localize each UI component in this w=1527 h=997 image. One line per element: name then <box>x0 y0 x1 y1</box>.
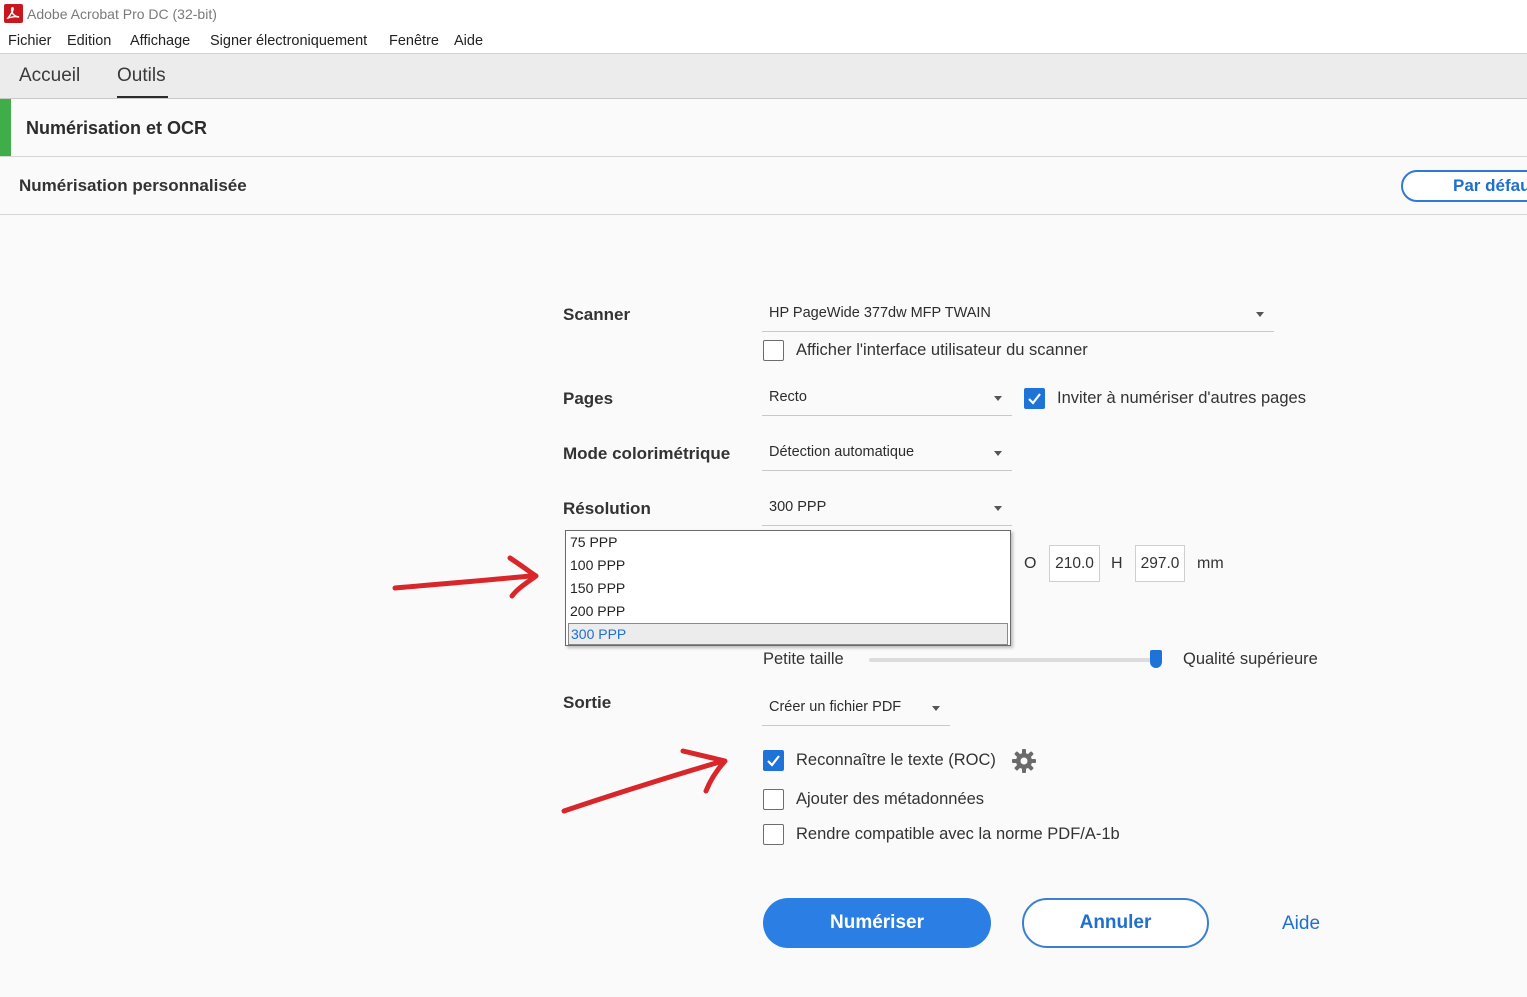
small-size-label: Petite taille <box>763 650 844 668</box>
tool-header: Numérisation et OCR <box>0 99 1527 157</box>
acrobat-logo-icon <box>4 4 23 23</box>
menu-signer[interactable]: Signer électroniquement <box>210 33 367 49</box>
scan-button[interactable]: Numériser <box>763 898 991 948</box>
size-prefix: O <box>1024 555 1037 572</box>
gear-icon[interactable] <box>1011 748 1037 774</box>
resolution-select[interactable]: 300 PPP <box>762 492 1012 526</box>
scanner-label: Scanner <box>563 305 631 324</box>
resolution-option[interactable]: 75 PPP <box>570 534 617 550</box>
show-ui-checkbox[interactable] <box>763 340 784 361</box>
chevron-down-icon <box>994 451 1002 456</box>
pdfa-checkbox[interactable] <box>763 824 784 845</box>
acrobat-window: Adobe Acrobat Pro DC (32-bit) Fichier Ed… <box>0 0 1527 997</box>
menu-edition[interactable]: Edition <box>67 33 111 49</box>
resolution-value: 300 PPP <box>769 499 827 515</box>
tab-bar: Accueil Outils <box>0 54 1527 99</box>
metadata-label: Ajouter des métadonnées <box>796 790 985 808</box>
high-quality-label: Qualité supérieure <box>1183 650 1318 668</box>
height-label: H <box>1111 555 1123 572</box>
resolution-dropdown-list: 75 PPP 100 PPP 150 PPP 200 PPP 300 PPP <box>565 530 1011 646</box>
resolution-option[interactable]: 150 PPP <box>570 580 625 596</box>
resolution-option[interactable]: 100 PPP <box>570 557 625 573</box>
ocr-label: Reconnaître le texte (ROC) <box>796 751 996 769</box>
color-mode-select[interactable]: Détection automatique <box>762 437 1012 471</box>
color-mode-label: Mode colorimétrique <box>563 444 731 463</box>
scan-title: Numérisation personnalisée <box>19 176 247 195</box>
chevron-down-icon <box>932 706 940 711</box>
quality-slider-thumb[interactable] <box>1150 650 1162 668</box>
chevron-down-icon <box>994 396 1002 401</box>
red-arrow-annotation-icon <box>561 748 728 814</box>
ocr-checkbox[interactable] <box>763 750 784 771</box>
tool-accent-bar <box>0 99 11 156</box>
metadata-checkbox[interactable] <box>763 789 784 810</box>
resolution-option-selected[interactable]: 300 PPP <box>568 623 1008 645</box>
checkmark-icon <box>1028 393 1041 405</box>
width-input[interactable]: 210.0 <box>1049 545 1100 582</box>
tool-title: Numérisation et OCR <box>26 118 208 138</box>
chevron-down-icon <box>994 506 1002 511</box>
output-select[interactable]: Créer un fichier PDF <box>762 692 950 726</box>
title-bar: Adobe Acrobat Pro DC (32-bit) <box>0 0 1527 29</box>
checkmark-icon <box>767 755 780 767</box>
menu-aide[interactable]: Aide <box>454 33 483 49</box>
red-arrow-annotation-icon <box>392 555 539 599</box>
prompt-more-checkbox[interactable] <box>1024 388 1045 409</box>
tab-accueil[interactable]: Accueil <box>19 65 80 87</box>
show-ui-label: Afficher l'interface utilisateur du scan… <box>796 341 1088 359</box>
prompt-more-label: Inviter à numériser d'autres pages <box>1057 389 1306 407</box>
tab-outils[interactable]: Outils <box>117 65 166 87</box>
height-input[interactable]: 297.0 <box>1135 545 1185 582</box>
scanner-select[interactable]: HP PageWide 377dw MFP TWAIN <box>762 298 1274 332</box>
help-link[interactable]: Aide <box>1282 913 1320 935</box>
output-label: Sortie <box>563 693 612 712</box>
pages-value: Recto <box>769 389 807 405</box>
pages-select[interactable]: Recto <box>762 382 1012 416</box>
chevron-down-icon <box>1256 312 1264 317</box>
active-tab-indicator <box>117 96 168 98</box>
pdfa-label: Rendre compatible avec la norme PDF/A-1b <box>796 825 1120 843</box>
menu-fichier[interactable]: Fichier <box>8 33 52 49</box>
output-value: Créer un fichier PDF <box>769 699 902 715</box>
cancel-button[interactable]: Annuler <box>1022 898 1209 948</box>
menu-affichage[interactable]: Affichage <box>130 33 190 49</box>
default-button[interactable]: Par défaut <box>1401 170 1527 202</box>
resolution-option[interactable]: 200 PPP <box>570 603 625 619</box>
pages-label: Pages <box>563 389 614 408</box>
menu-fenetre[interactable]: Fenêtre <box>389 33 439 49</box>
window-title: Adobe Acrobat Pro DC (32-bit) <box>27 6 217 22</box>
resolution-label: Résolution <box>563 499 651 518</box>
menu-bar: Fichier Edition Affichage Signer électro… <box>0 29 1527 54</box>
color-mode-value: Détection automatique <box>769 444 915 460</box>
quality-slider-track[interactable] <box>869 658 1159 662</box>
unit-label: mm <box>1197 555 1224 572</box>
scanner-value: HP PageWide 377dw MFP TWAIN <box>769 305 991 321</box>
scan-subheader: Numérisation personnalisée Par défaut <box>0 157 1527 215</box>
